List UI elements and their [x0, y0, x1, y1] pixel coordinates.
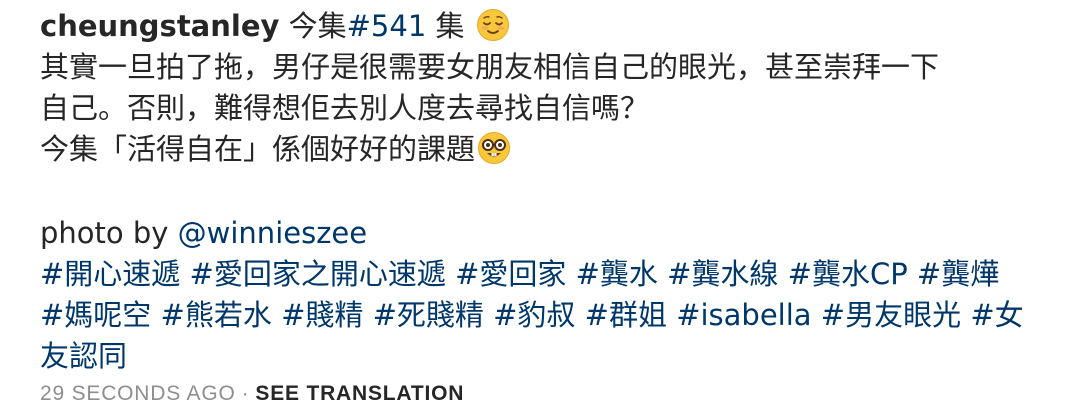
hashtag[interactable]: #女 [970, 298, 1023, 332]
hashtag[interactable]: #isabella [676, 298, 811, 332]
hashtag[interactable]: #豹叔 [493, 298, 575, 332]
hashtag[interactable]: #龔水CP [788, 257, 908, 291]
hashtag[interactable]: #愛回家之開心速遞 [190, 257, 446, 291]
post-footer: 29 SECONDS AGO · SEE TRANSLATION [40, 380, 464, 408]
hashtag[interactable]: #開心速遞 [40, 257, 180, 291]
caption-line-3: 自己。否則，難得想佢去別人度去尋找自信嗎？ [40, 91, 650, 125]
separator-dot: · [241, 382, 250, 405]
caption-text-1: 今集 [279, 9, 347, 43]
caption-line-4: 今集「活得自在」係個好好的課題 [40, 129, 1050, 170]
photo-by-label: photo by [40, 216, 178, 250]
hashtags-row-1: #開心速遞 #愛回家之開心速遞 #愛回家 #龔水 #龔水線 #龔水CP #龔燁 [40, 254, 1050, 295]
hashtag[interactable]: #愛回家 [455, 257, 566, 291]
photo-credit: photo by @winnieszee [40, 213, 1050, 254]
hashtag[interactable]: #龔水 [576, 257, 658, 291]
hashtag-541[interactable]: #541 [347, 9, 427, 43]
caption-line-1: cheungstanley 今集#541 集 [40, 6, 1050, 47]
hashtag[interactable]: #群姐 [585, 298, 667, 332]
hashtag[interactable]: #死賤精 [373, 298, 484, 332]
hashtag[interactable]: #龔燁 [917, 257, 999, 291]
hashtag[interactable]: #賤精 [281, 298, 363, 332]
relieved-face-emoji-icon [476, 9, 509, 41]
username-link[interactable]: cheungstanley [40, 9, 279, 43]
hashtag[interactable]: #男友眼光 [821, 298, 961, 332]
hashtag[interactable]: 友認同 [40, 339, 127, 373]
hashtag[interactable]: #媽呢空 [40, 298, 151, 332]
hashtag[interactable]: #熊若水 [161, 298, 272, 332]
timestamp[interactable]: 29 SECONDS AGO [40, 382, 236, 405]
hashtag[interactable]: #龔水線 [667, 257, 778, 291]
caption-text-4: 今集「活得自在」係個好好的課題 [40, 132, 476, 166]
hashtags-row-2: #媽呢空 #熊若水 #賤精 #死賤精 #豹叔 #群姐 #isabella #男友… [40, 295, 1050, 336]
caption-text-1b: 集 [426, 9, 474, 43]
caption-line-2: 其實一旦拍了拖，男仔是很需要女朋友相信自己的眼光，甚至崇拜一下 [40, 50, 940, 84]
see-translation-button[interactable]: SEE TRANSLATION [255, 382, 464, 405]
mention-winnieszee[interactable]: @winnieszee [178, 216, 367, 250]
nerd-face-emoji-icon [478, 132, 511, 164]
hashtags-row-3: 友認同 [40, 336, 1050, 377]
caption: cheungstanley 今集#541 集 其實一旦拍了拖，男仔是很需要女朋友… [40, 6, 1050, 377]
